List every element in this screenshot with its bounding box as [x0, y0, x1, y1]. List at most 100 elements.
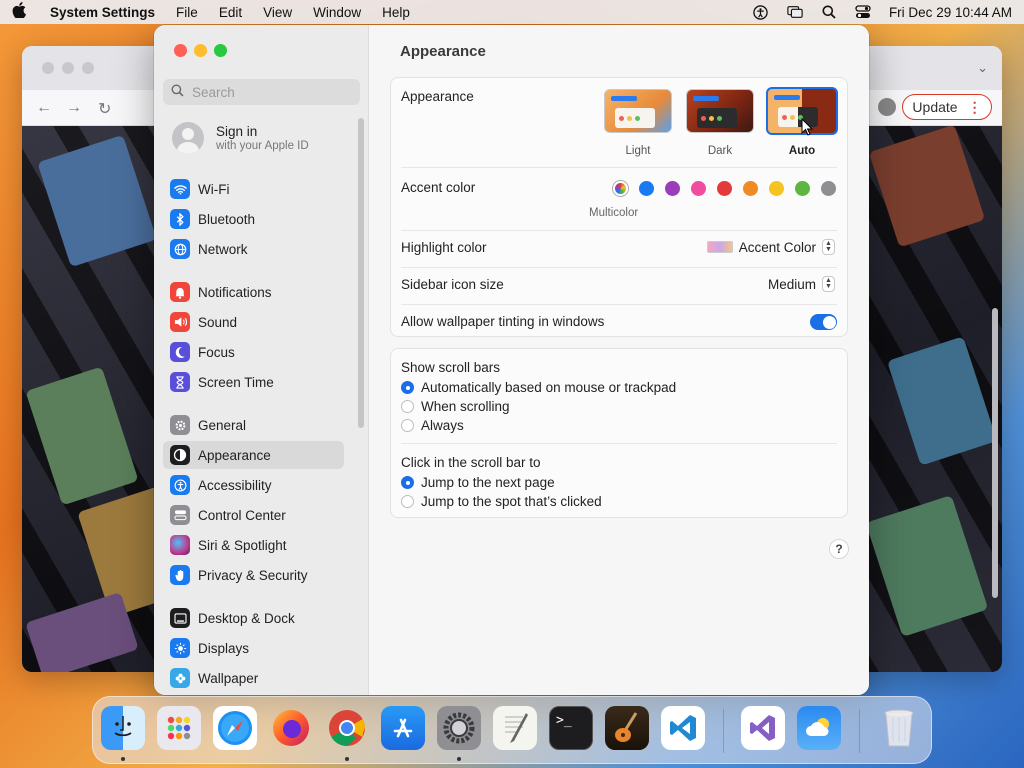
sidebar-item-focus[interactable]: Focus [163, 338, 344, 366]
dock-safari-icon[interactable] [213, 706, 257, 750]
menu-window[interactable]: Window [313, 5, 361, 20]
zoom-window-button[interactable] [214, 44, 227, 57]
accessibility-status-icon[interactable] [753, 4, 769, 20]
sidebar-scrollbar[interactable] [358, 118, 364, 428]
menu-file[interactable]: File [176, 5, 198, 20]
sidebar-item-siri-spotlight[interactable]: Siri & Spotlight [163, 531, 344, 559]
forward-arrow-icon[interactable]: → [66, 99, 82, 117]
sidebar-item-appearance[interactable]: Appearance [163, 441, 344, 469]
scrollbar-option-always[interactable]: Always [401, 418, 464, 433]
menu-view[interactable]: View [263, 5, 292, 20]
dock-launchpad-icon[interactable] [157, 706, 201, 750]
apple-menu-icon[interactable] [12, 2, 34, 22]
sidebar-item-notifications[interactable]: Notifications [163, 278, 344, 306]
sidebar-item-displays[interactable]: Displays [163, 634, 344, 662]
highlight-color-popup[interactable]: Accent Color ▲ ▼ [706, 239, 835, 255]
wallpaper-tinting-toggle[interactable] [810, 314, 837, 330]
sidebar-item-label: Desktop & Dock [198, 610, 295, 626]
dock-terminal-icon[interactable]: >_ [549, 706, 593, 750]
accent-graphite[interactable] [821, 181, 836, 196]
back-arrow-icon[interactable]: ← [36, 99, 52, 117]
dock-textedit-icon[interactable] [493, 706, 537, 750]
sidebar-item-wallpaper[interactable]: Wallpaper [163, 664, 344, 692]
accent-pink[interactable] [691, 181, 706, 196]
hand-icon [170, 565, 190, 585]
apple-id-signin[interactable]: Sign in with your Apple ID [172, 122, 309, 154]
browser-minimize-dot[interactable] [62, 62, 74, 74]
accent-green[interactable] [795, 181, 810, 196]
thumb-dot [782, 115, 787, 120]
appearance-light-option[interactable] [604, 89, 672, 133]
dock-trash-icon[interactable] [877, 706, 921, 750]
row-divider [401, 304, 837, 305]
accent-orange[interactable] [743, 181, 758, 196]
chevron-down-icon[interactable]: ⌄ [977, 60, 988, 76]
sidebar-item-label: General [198, 417, 247, 433]
dock-weather-icon[interactable] [797, 706, 841, 750]
accent-blue[interactable] [639, 181, 654, 196]
thumb-bar [611, 96, 637, 101]
sidebar-item-privacy-security[interactable]: Privacy & Security [163, 561, 344, 589]
row-divider [401, 167, 837, 168]
dock-system-settings-icon[interactable] [437, 706, 481, 750]
browser-scrollbar[interactable] [992, 308, 998, 598]
app-menu[interactable]: System Settings [50, 5, 155, 20]
profile-avatar[interactable] [878, 98, 896, 116]
screen-mirroring-icon[interactable] [787, 4, 803, 20]
sidebar-item-bluetooth[interactable]: Bluetooth [163, 205, 344, 233]
dock-finder-icon[interactable] [101, 706, 145, 750]
thumb-dot [701, 116, 706, 121]
dock-vscode-icon[interactable] [661, 706, 705, 750]
row-divider [401, 230, 837, 231]
accent-purple[interactable] [665, 181, 680, 196]
signin-subtitle: with your Apple ID [216, 140, 309, 152]
close-window-button[interactable] [174, 44, 187, 57]
accent-yellow[interactable] [769, 181, 784, 196]
sidebar-item-screen-time[interactable]: Screen Time [163, 368, 344, 396]
thumb-dot [717, 116, 722, 121]
thumb-dot [619, 116, 624, 121]
accent-red[interactable] [717, 181, 732, 196]
click-option-spot-clicked[interactable]: Jump to the spot that’s clicked [401, 494, 602, 509]
dock-icon [170, 608, 190, 628]
system-settings-window: Search Sign in with your Apple ID Wi-Fi … [154, 25, 869, 695]
dock-firefox-icon[interactable] [269, 706, 313, 750]
dock-chrome-icon[interactable] [325, 706, 369, 750]
sidebar-item-wifi[interactable]: Wi-Fi [163, 175, 344, 203]
sidebar-icon-size-popup[interactable]: Medium ▲ ▼ [768, 276, 835, 292]
browser-zoom-dot[interactable] [82, 62, 94, 74]
sidebar-item-desktop-dock[interactable]: Desktop & Dock [163, 604, 344, 632]
click-option-next-page[interactable]: Jump to the next page [401, 475, 555, 490]
sidebar-item-label: Notifications [198, 284, 272, 300]
sidebar-search-field[interactable]: Search [163, 79, 360, 105]
menu-help[interactable]: Help [382, 5, 410, 20]
scrollbar-option-automatic[interactable]: Automatically based on mouse or trackpad [401, 380, 676, 395]
sidebar-item-label: Control Center [198, 507, 286, 523]
browser-close-dot[interactable] [42, 62, 54, 74]
wifi-icon [170, 179, 190, 199]
sidebar-item-accessibility[interactable]: Accessibility [163, 471, 344, 499]
sidebar-item-general[interactable]: General [163, 411, 344, 439]
radio-button [401, 495, 414, 508]
reload-icon[interactable]: ↻ [98, 99, 111, 119]
menu-edit[interactable]: Edit [219, 5, 242, 20]
appearance-dark-option[interactable] [686, 89, 754, 133]
menu-clock[interactable]: Fri Dec 29 10:44 AM [889, 5, 1012, 20]
sidebar-item-control-center[interactable]: Control Center [163, 501, 344, 529]
scrollbar-option-when-scrolling[interactable]: When scrolling [401, 399, 510, 414]
minimize-window-button[interactable] [194, 44, 207, 57]
sidebar-item-network[interactable]: Network [163, 235, 344, 263]
control-center-icon[interactable] [855, 4, 871, 20]
bell-icon [170, 282, 190, 302]
sidebar-item-sound[interactable]: Sound [163, 308, 344, 336]
spotlight-search-icon[interactable] [821, 4, 837, 20]
accent-multicolor[interactable] [613, 181, 628, 196]
thumb-dot [627, 116, 632, 121]
dock-visual-studio-icon[interactable] [741, 706, 785, 750]
help-button[interactable]: ? [829, 539, 849, 559]
dock-app-store-icon[interactable] [381, 706, 425, 750]
browser-update-button[interactable]: Update ⋮ [902, 94, 992, 120]
dock-garageband-icon[interactable] [605, 706, 649, 750]
search-icon [171, 84, 184, 100]
sidebar-item-label: Wallpaper [198, 670, 259, 686]
